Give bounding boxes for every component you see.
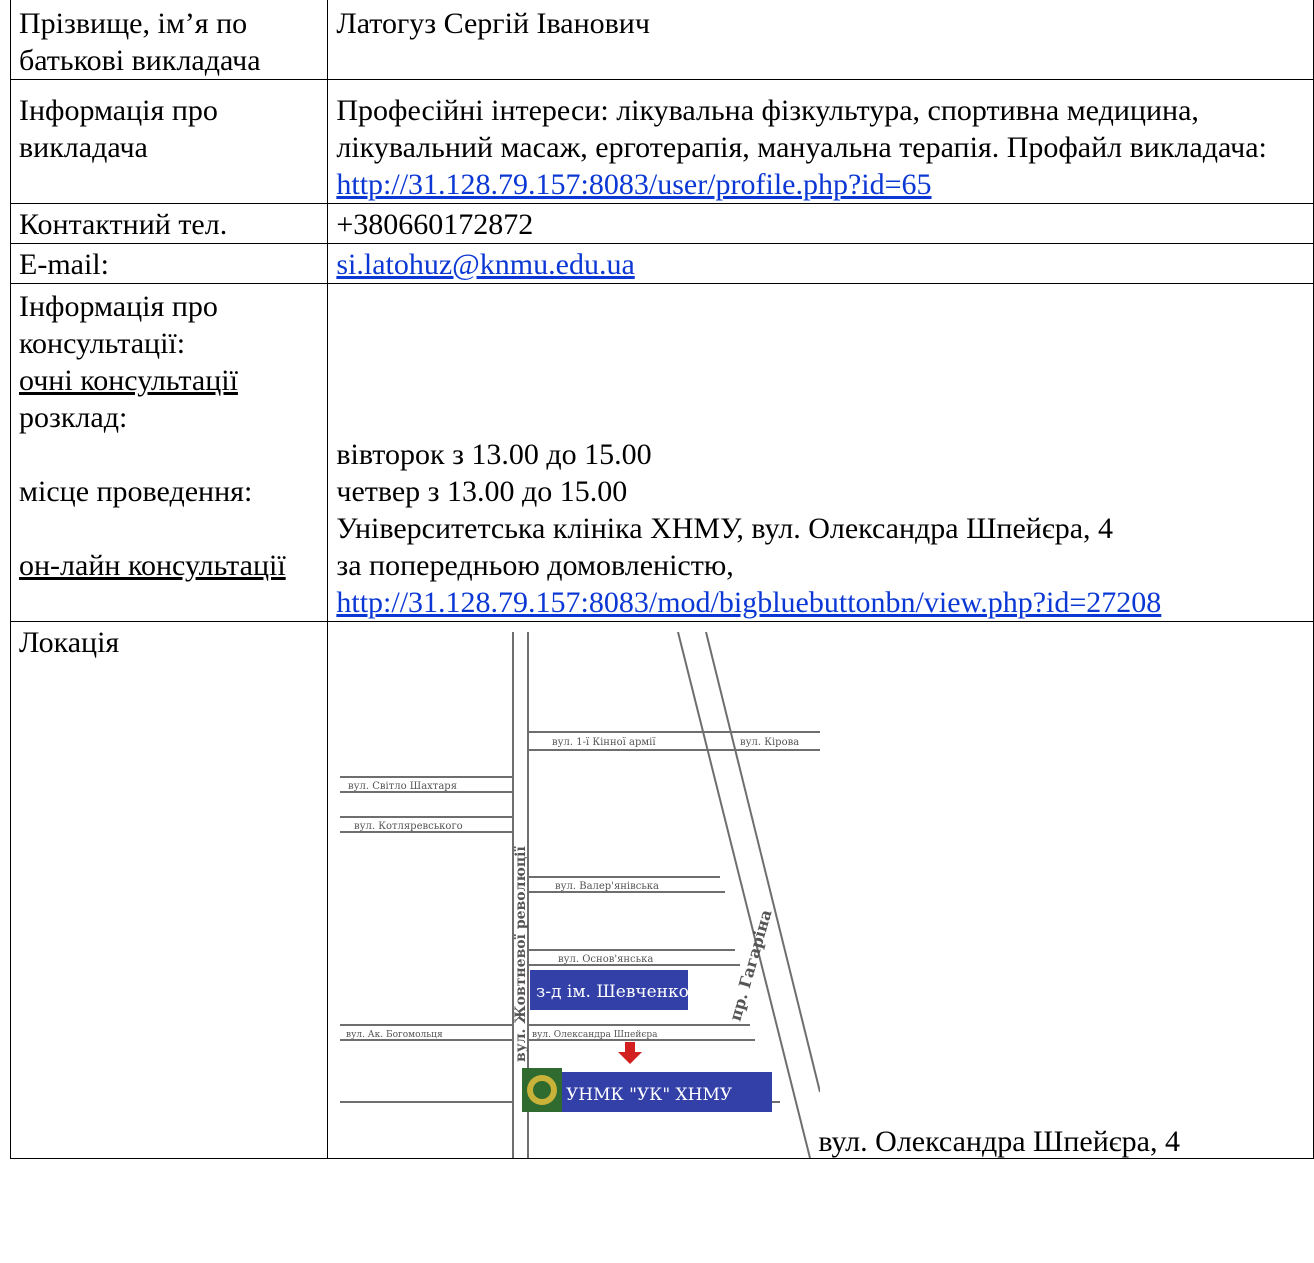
destination-arrow-icon bbox=[618, 1042, 643, 1064]
clinic-label: УНМК "УК" ХНМУ bbox=[566, 1085, 733, 1105]
online-consultations-label: он-лайн консультації bbox=[19, 549, 286, 582]
row-name: Прізвище, ім’я по батькові викладача Лат… bbox=[9, 0, 1314, 80]
place-label: місце проведення: bbox=[19, 475, 253, 508]
teacher-info-label: Інформація про викладача bbox=[9, 79, 329, 204]
street-bogomoltsya: вул. Ак. Богомольця bbox=[346, 1030, 443, 1040]
email-link[interactable]: si.latohuz@knmu.edu.ua bbox=[336, 248, 634, 281]
profile-link[interactable]: http://31.128.79.157:8083/user/profile.p… bbox=[336, 168, 931, 201]
online-consultation-link[interactable]: http://31.128.79.157:8083/mod/bigbluebut… bbox=[336, 586, 1161, 619]
street-osnovyanska: вул. Основ'янська bbox=[558, 954, 653, 965]
name-value: Латогуз Сергій Іванович bbox=[327, 0, 1314, 80]
phone-label: Контактний тел. bbox=[9, 203, 329, 244]
teacher-info-text: Професійні інтереси: лікувальна фізкульт… bbox=[336, 94, 1267, 164]
name-label: Прізвище, ім’я по батькові викладача bbox=[9, 0, 329, 80]
street-kotlyarevskogo: вул. Котляревського bbox=[354, 821, 463, 832]
schedule-tuesday: вівторок з 13.00 до 15.00 bbox=[336, 438, 652, 471]
plant-label: з-д ім. Шевченко bbox=[536, 982, 689, 1002]
email-value: si.latohuz@knmu.edu.ua bbox=[327, 243, 1314, 284]
street-kirova: вул. Кірова bbox=[740, 737, 799, 748]
row-location: Локація вул. 1-ї Кінної армії вул. Кіров… bbox=[9, 621, 1314, 1159]
teacher-info-value: Професійні інтереси: лікувальна фізкульт… bbox=[327, 79, 1314, 204]
row-phone: Контактний тел. +380660172872 bbox=[9, 203, 1314, 244]
consultations-label-cell: Інформація про консультації: очні консул… bbox=[9, 283, 329, 622]
location-label: Локація bbox=[9, 621, 329, 1159]
location-map: вул. 1-ї Кінної армії вул. Кірова вул. С… bbox=[340, 632, 821, 1158]
street-shpeyera: вул. Олександра Шпейєра bbox=[532, 1030, 658, 1040]
schedule-label: розклад: bbox=[19, 401, 128, 434]
place-value: Університетська клініка ХНМУ, вул. Олекс… bbox=[336, 512, 1114, 545]
schedule-thursday: четвер з 13.00 до 15.00 bbox=[336, 475, 628, 508]
location-value-cell: вул. 1-ї Кінної армії вул. Кірова вул. С… bbox=[327, 621, 1314, 1159]
street-first-cavalry: вул. 1-ї Кінної армії bbox=[552, 737, 656, 748]
offline-consultations-label: очні консультації bbox=[19, 364, 238, 397]
teacher-info-table: Прізвище, ім’я по батькові викладача Лат… bbox=[9, 0, 1314, 1159]
street-zhovtnevoi: вул. Жовтневої революції bbox=[513, 846, 529, 1062]
row-email: E-mail: si.latohuz@knmu.edu.ua bbox=[9, 243, 1314, 284]
street-valeryanivska: вул. Валер'янівська bbox=[555, 881, 659, 892]
row-teacher-info: Інформація про викладача Професійні інте… bbox=[9, 79, 1314, 204]
phone-value: +380660172872 bbox=[327, 203, 1314, 244]
online-text: за попередньою домовленістю, bbox=[336, 549, 734, 582]
email-label: E-mail: bbox=[9, 243, 329, 284]
row-consultations: Інформація про консультації: очні консул… bbox=[9, 283, 1314, 622]
consultations-label: Інформація про консультації: bbox=[19, 290, 218, 360]
street-svitlo-shakhtarya: вул. Світло Шахтаря bbox=[348, 781, 457, 792]
consultations-value-cell: вівторок з 13.00 до 15.00 четвер з 13.00… bbox=[327, 283, 1314, 622]
location-caption: вул. Олександра Шпейєра, 4 bbox=[818, 1125, 1180, 1158]
